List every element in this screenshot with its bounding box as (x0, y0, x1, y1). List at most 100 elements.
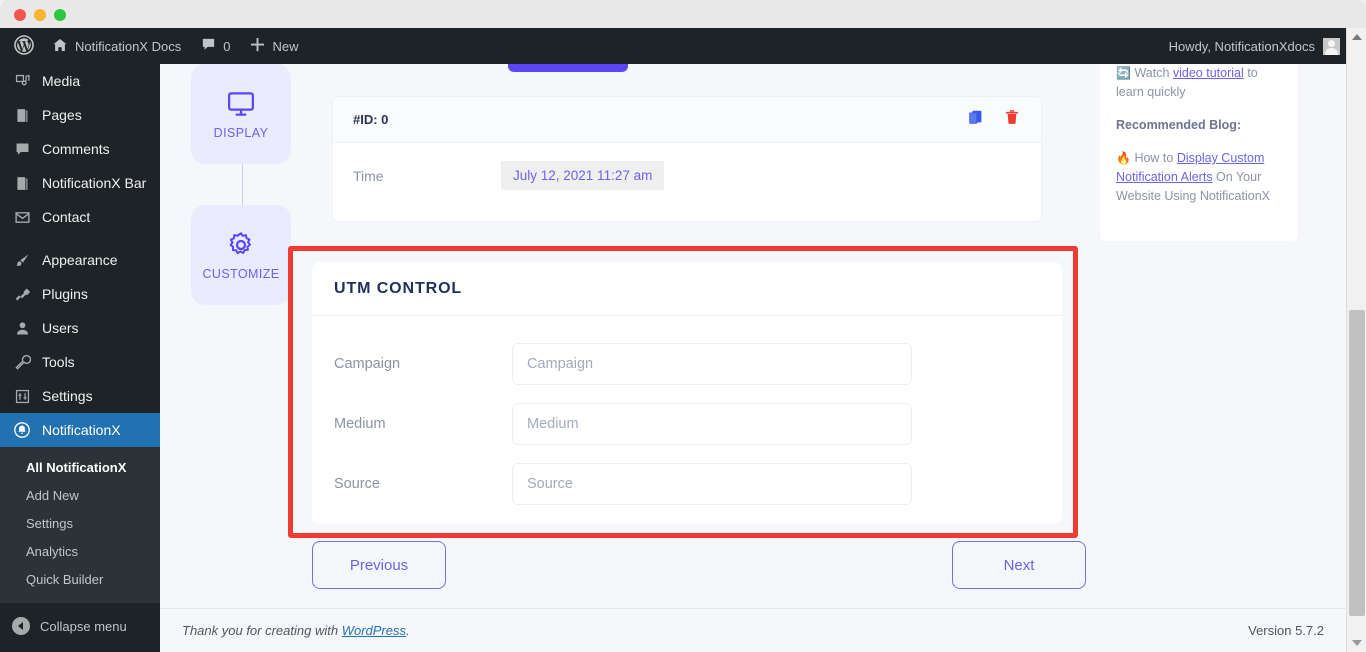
sidebar-item-appearance[interactable]: Appearance (0, 243, 160, 277)
utm-control-card: UTM CONTROL Campaign Medium Source (312, 262, 1062, 524)
entry-card-header: #ID: 0 (333, 97, 1041, 143)
sidebar-item-label: Pages (42, 107, 82, 123)
notificationx-icon (12, 420, 32, 440)
footer-thanks: Thank you for creating with WordPress. (182, 623, 410, 638)
scroll-up-icon[interactable] (1347, 28, 1366, 46)
user-icon (12, 318, 32, 338)
recommended-blog-line: 🔥 How to Display Custom Notification Ale… (1116, 149, 1282, 206)
sidebar-item-add-new[interactable]: Add New (0, 482, 160, 510)
copy-icon[interactable] (967, 108, 985, 131)
utm-source-row: Source (334, 454, 1040, 514)
sidebar-item-quick-builder[interactable]: Quick Builder (0, 566, 160, 594)
video-icon: 🔄 (1116, 66, 1131, 80)
main-content: DISPLAY CUSTOMIZE #ID: 0 Time July 12, 2… (160, 64, 1346, 652)
blog-prefix: How to (1134, 151, 1177, 165)
help-panel: 🔄 Watch video tutorial to learn quickly … (1100, 64, 1298, 241)
recommended-blog-heading: Recommended Blog: (1116, 118, 1242, 132)
sidebar-item-settings[interactable]: Settings (0, 379, 160, 413)
collapse-menu-button[interactable]: Collapse menu (0, 609, 160, 643)
window-title-bar (0, 0, 1366, 28)
page-scrollbar[interactable] (1346, 28, 1366, 652)
utm-medium-input[interactable] (512, 403, 912, 445)
my-account-menu[interactable]: Howdy, NotificationXdocs (1169, 28, 1340, 64)
video-tutorial-link[interactable]: video tutorial (1173, 66, 1244, 80)
comments-menu[interactable]: 0 (191, 28, 240, 64)
scroll-down-icon[interactable] (1347, 634, 1366, 652)
plug-icon (12, 284, 32, 304)
sidebar-item-label: Users (42, 320, 79, 336)
sidebar-item-users[interactable]: Users (0, 311, 160, 345)
site-name-menu[interactable]: NotificationX Docs (42, 28, 191, 64)
plus-icon (250, 37, 265, 55)
sidebar-item-notificationx[interactable]: NotificationX (0, 413, 160, 447)
utm-source-input[interactable] (512, 463, 912, 505)
footer-thanks-suffix: . (406, 623, 410, 638)
sidebar-separator (0, 234, 160, 243)
comments-count: 0 (223, 38, 231, 54)
app-root: NotificationX Docs 0 New Howdy, Notifica… (0, 0, 1366, 652)
utm-medium-row: Medium (334, 394, 1040, 454)
utm-control-header: UTM CONTROL (312, 262, 1062, 316)
sidebar-item-comments[interactable]: Comments (0, 132, 160, 166)
gear-icon (226, 230, 256, 260)
utm-campaign-row: Campaign (334, 334, 1040, 394)
sidebar-item-label: Settings (42, 388, 93, 404)
sidebar-item-media[interactable]: Media (0, 64, 160, 98)
howdy-label: Howdy, NotificationXdocs (1168, 38, 1315, 54)
entry-card-body: Time July 12, 2021 11:27 am (333, 143, 1041, 208)
step-customize[interactable]: CUSTOMIZE (191, 205, 291, 305)
entry-card: #ID: 0 Time July 12, 2021 11:27 am (332, 96, 1042, 222)
collapse-menu-label: Collapse menu (40, 618, 127, 634)
step-connector (241, 164, 243, 205)
footer-thanks-prefix: Thank you for creating with (182, 623, 342, 638)
sidebar-item-contact[interactable]: Contact (0, 200, 160, 234)
entry-id-label: #ID: 0 (353, 112, 389, 127)
step-display[interactable]: DISPLAY (191, 64, 291, 164)
sliders-icon (12, 386, 32, 406)
watch-tutorial-line: 🔄 Watch video tutorial to learn quickly (1116, 64, 1282, 102)
sidebar-item-label: Comments (42, 141, 110, 157)
close-window-button[interactable] (14, 9, 26, 21)
notificationx-submenu: All NotificationX Add New Settings Analy… (0, 447, 160, 603)
sidebar-item-nx-settings[interactable]: Settings (0, 510, 160, 538)
maximize-window-button[interactable] (54, 9, 66, 21)
window-traffic-lights (14, 9, 66, 21)
entry-time-value: July 12, 2021 11:27 am (501, 161, 665, 190)
sidebar-item-plugins[interactable]: Plugins (0, 277, 160, 311)
comments-icon (12, 139, 32, 159)
step-customize-label: CUSTOMIZE (202, 266, 280, 281)
sidebar-item-label: Plugins (42, 286, 88, 302)
footer-version: Version 5.7.2 (1248, 623, 1324, 638)
entry-time-label: Time (353, 167, 384, 184)
new-content-menu[interactable]: New (240, 28, 308, 64)
scrollbar-thumb[interactable] (1349, 310, 1365, 616)
wp-admin-bar: NotificationX Docs 0 New Howdy, Notifica… (0, 28, 1366, 64)
utm-medium-label: Medium (334, 416, 386, 432)
wrench-icon (12, 352, 32, 372)
fire-icon: 🔥 (1116, 151, 1131, 165)
pages-icon (12, 105, 32, 125)
utm-campaign-input[interactable] (512, 343, 912, 385)
wordpress-link[interactable]: WordPress (342, 623, 406, 638)
sidebar-item-analytics[interactable]: Analytics (0, 538, 160, 566)
trash-icon[interactable] (1003, 108, 1021, 131)
sidebar-item-pages[interactable]: Pages (0, 98, 160, 132)
minimize-window-button[interactable] (34, 9, 46, 21)
collapse-arrow-icon (12, 617, 30, 635)
sidebar-item-notificationx-bar[interactable]: NotificationX Bar (0, 166, 160, 200)
home-icon (52, 37, 68, 56)
next-button[interactable]: Next (952, 541, 1086, 589)
utm-source-label: Source (334, 476, 380, 492)
previous-button[interactable]: Previous (312, 541, 446, 589)
site-name-label: NotificationX Docs (75, 38, 182, 54)
media-icon (12, 71, 32, 91)
primary-action-button[interactable] (508, 64, 628, 72)
sidebar-item-label: Appearance (42, 252, 118, 268)
monitor-icon (226, 89, 256, 119)
sidebar-item-tools[interactable]: Tools (0, 345, 160, 379)
sidebar-item-all-notificationx[interactable]: All NotificationX (0, 454, 160, 482)
new-content-label: New (272, 38, 299, 54)
admin-sidebar: Media Pages Comments NotificationX Bar C (0, 64, 160, 652)
sidebar-item-label: Contact (42, 209, 91, 225)
wordpress-logo-menu[interactable] (0, 28, 42, 64)
